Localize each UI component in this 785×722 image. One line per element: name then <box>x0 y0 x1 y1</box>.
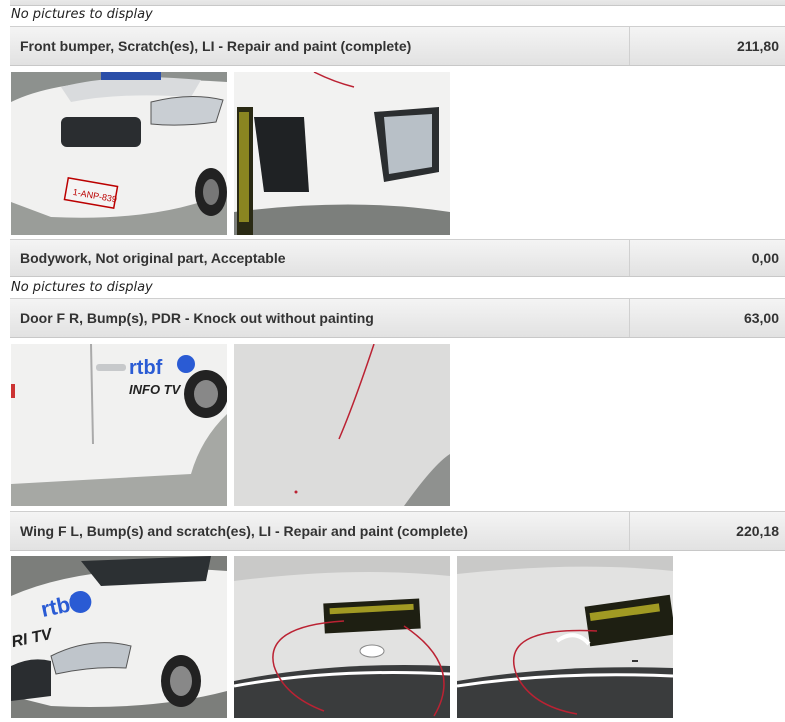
damage-row[interactable]: Bodywork, Not original part, Acceptable … <box>10 239 785 277</box>
damage-photo-wing-closeup-1[interactable] <box>234 556 450 718</box>
damage-row[interactable]: Front bumper, Scratch(es), LI - Repair a… <box>10 26 785 66</box>
photo-logo-text: rtbf <box>129 357 163 379</box>
damage-description: Door F R, Bump(s), PDR - Knock out witho… <box>10 299 630 337</box>
damage-photo-door-closeup[interactable] <box>234 344 450 506</box>
damage-amount: 0,00 <box>751 250 779 266</box>
damage-photo-bumper-closeup[interactable] <box>234 72 450 235</box>
damage-photo-door-side[interactable]: rtbf INFO TV <box>11 344 227 506</box>
damage-row[interactable]: Door F R, Bump(s), PDR - Knock out witho… <box>10 298 785 338</box>
photo-logo-subtitle: INFO TV <box>129 382 182 397</box>
damage-description: Wing F L, Bump(s) and scratch(es), LI - … <box>10 512 630 550</box>
damage-description: Bodywork, Not original part, Acceptable <box>10 240 630 276</box>
damage-row[interactable]: Wing F L, Bump(s) and scratch(es), LI - … <box>10 511 785 551</box>
damage-amount: 211,80 <box>736 38 779 54</box>
damage-photo-wing-overview[interactable]: rtbf RI TV <box>11 556 227 718</box>
no-pictures-message: No pictures to display <box>11 7 153 22</box>
damage-photo-front-car[interactable]: 1-ANP-839 <box>11 72 227 235</box>
damage-amount: 63,00 <box>743 310 779 326</box>
previous-row-bar <box>10 0 785 6</box>
damage-amount: 220,18 <box>736 523 779 539</box>
damage-photo-wing-closeup-2[interactable] <box>457 556 673 718</box>
damage-description: Front bumper, Scratch(es), LI - Repair a… <box>10 27 630 65</box>
no-pictures-message: No pictures to display <box>11 280 153 295</box>
